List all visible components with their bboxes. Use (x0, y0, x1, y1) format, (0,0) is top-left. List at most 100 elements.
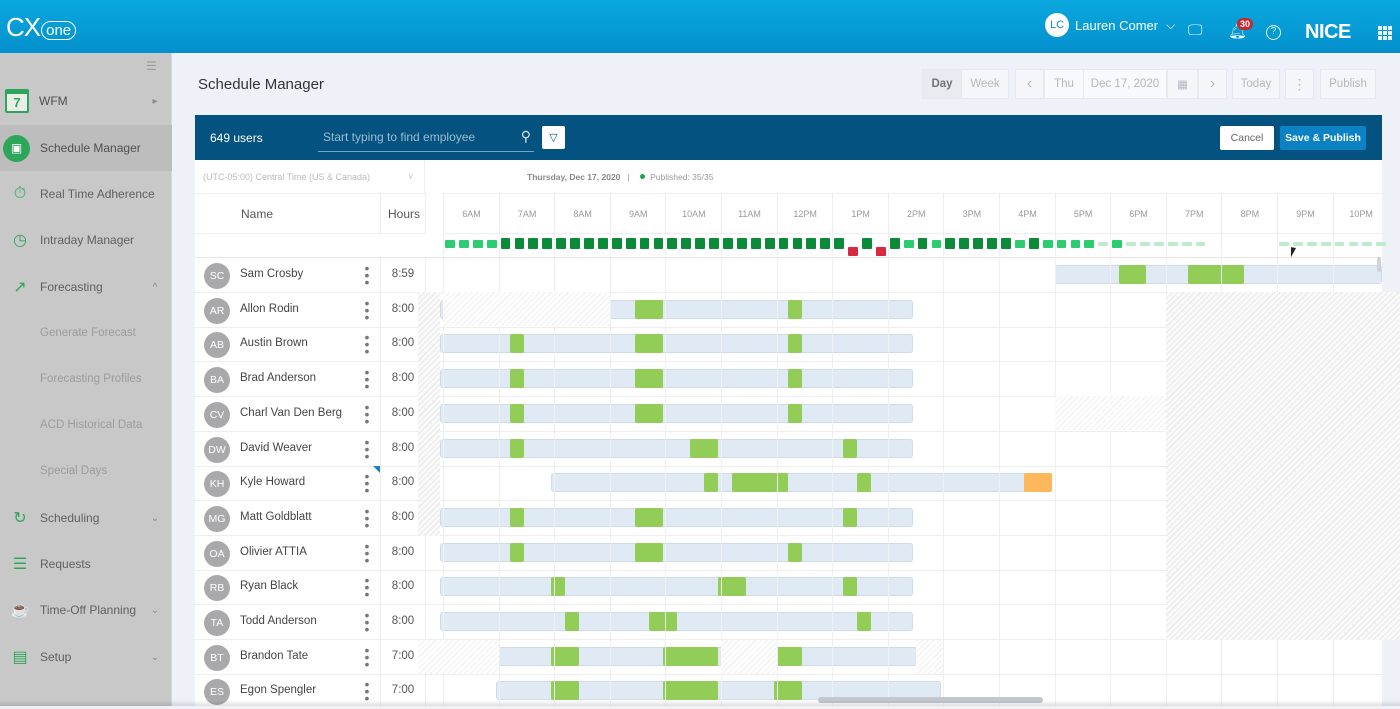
break-block[interactable] (787, 542, 802, 562)
employee-name[interactable]: Olivier ATTIA (240, 546, 307, 558)
sidebar-item-acd-historical-data[interactable]: ACD Historical Data (0, 402, 172, 448)
today-button[interactable]: Today (1232, 69, 1280, 99)
activity-block[interactable] (1024, 473, 1052, 493)
break-block[interactable] (509, 507, 524, 527)
sidebar-item-scheduling[interactable]: ↻ Scheduling ⌄ (0, 495, 172, 541)
sidebar-item-special-days[interactable]: Special Days (0, 448, 172, 494)
column-header-hours[interactable]: Hours (380, 193, 426, 234)
employee-name[interactable]: Todd Anderson (240, 615, 317, 627)
shift-bar[interactable] (440, 577, 913, 597)
break-block[interactable] (1188, 265, 1244, 284)
prev-day-button[interactable]: ‹ (1015, 69, 1044, 99)
cancel-button[interactable]: Cancel (1220, 126, 1274, 150)
break-block[interactable] (732, 473, 788, 493)
break-block[interactable] (509, 369, 524, 389)
break-block[interactable] (704, 473, 719, 493)
view-day-button[interactable]: Day (922, 69, 962, 99)
break-block[interactable] (634, 299, 663, 319)
chevron-icon[interactable]: ⌄ (138, 513, 172, 524)
row-menu-icon[interactable]: • • • (363, 608, 371, 636)
break-block[interactable] (509, 438, 524, 458)
row-menu-icon[interactable]: • • • (363, 643, 371, 671)
next-day-button[interactable]: › (1198, 69, 1227, 99)
break-block[interactable] (662, 646, 719, 666)
break-block[interactable] (648, 612, 677, 631)
row-menu-icon[interactable]: • • • (363, 261, 371, 289)
timezone-select[interactable]: (UTC-05:00) Central Time (US & Canada) ∨ (195, 160, 425, 193)
employee-name[interactable]: Ryan Black (240, 580, 298, 592)
break-block[interactable] (857, 473, 872, 493)
break-block[interactable] (634, 542, 663, 562)
collapse-sidebar-icon[interactable]: ☰ (146, 59, 157, 73)
row-menu-icon[interactable]: • • • (363, 435, 371, 463)
help-icon[interactable]: ? (1266, 25, 1281, 40)
break-block[interactable] (773, 681, 802, 701)
employee-row[interactable]: BT Brandon Tate • • • 7:00 (195, 639, 1382, 675)
break-block[interactable] (551, 646, 580, 666)
break-block[interactable] (857, 612, 872, 631)
employee-name[interactable]: Allon Rodin (240, 303, 299, 315)
employee-name[interactable]: Kyle Howard (240, 476, 305, 488)
user-menu[interactable]: LC Lauren Comer ⌵ (1045, 13, 1175, 37)
shift-bar[interactable] (440, 612, 913, 631)
save-publish-button[interactable]: Save & Publish (1280, 126, 1366, 150)
break-block[interactable] (634, 507, 663, 527)
shift-bar[interactable] (551, 473, 1052, 493)
presentation-icon[interactable]: 🖵 (1188, 22, 1202, 39)
chevron-icon[interactable]: ⌄ (138, 652, 172, 663)
row-menu-icon[interactable]: • • • (363, 573, 371, 601)
view-week-button[interactable]: Week (961, 69, 1009, 99)
employee-name[interactable]: Sam Crosby (240, 268, 303, 280)
filter-icon[interactable]: ▽ (542, 126, 565, 149)
break-block[interactable] (787, 403, 802, 423)
employee-name[interactable]: Brad Anderson (240, 372, 316, 384)
sidebar-item-generate-forecast[interactable]: Generate Forecast (0, 310, 172, 356)
vertical-scrollbar[interactable] (1377, 257, 1381, 272)
row-menu-icon[interactable]: • • • (363, 469, 371, 497)
break-block[interactable] (787, 369, 802, 389)
chevron-icon[interactable]: ▸ (138, 96, 172, 107)
row-menu-icon[interactable]: • • • (363, 539, 371, 567)
employee-name[interactable]: David Weaver (240, 442, 312, 454)
employee-name[interactable]: Austin Brown (240, 337, 308, 349)
calendar-icon[interactable]: ▦ (1167, 69, 1198, 99)
break-block[interactable] (843, 507, 858, 527)
break-block[interactable] (551, 681, 580, 701)
sidebar-item-forecasting-profiles[interactable]: Forecasting Profiles (0, 356, 172, 402)
break-block[interactable] (509, 334, 524, 354)
break-block[interactable] (843, 438, 858, 458)
break-block[interactable] (787, 299, 802, 319)
employee-name[interactable]: Egon Spengler (240, 684, 316, 696)
cxone-logo[interactable]: CX one (6, 12, 77, 43)
row-menu-icon[interactable]: • • • (363, 504, 371, 532)
break-block[interactable] (690, 438, 719, 458)
break-block[interactable] (634, 403, 663, 423)
sidebar-item-requests[interactable]: ☰ Requests (0, 541, 172, 587)
chevron-icon[interactable]: ⌄ (138, 605, 172, 616)
break-block[interactable] (662, 681, 719, 701)
row-menu-icon[interactable]: • • • (363, 330, 371, 358)
break-block[interactable] (565, 612, 580, 631)
employee-name[interactable]: Brandon Tate (240, 650, 308, 662)
break-block[interactable] (773, 646, 802, 666)
employee-name[interactable]: Charl Van Den Berg (240, 407, 342, 419)
employee-name[interactable]: Matt Goldblatt (240, 511, 312, 523)
break-block[interactable] (787, 334, 802, 354)
break-block[interactable] (718, 577, 747, 597)
break-block[interactable] (843, 577, 858, 597)
break-block[interactable] (634, 334, 663, 354)
employee-search-input[interactable]: Start typing to find employee ⚲ (318, 123, 534, 152)
sidebar-item-setup[interactable]: ▤ Setup ⌄ (0, 634, 172, 680)
sidebar-item-wfm[interactable]: 7 WFM ▸ (0, 78, 172, 124)
employee-row[interactable]: SC Sam Crosby • • • 8:59 (195, 258, 1382, 293)
sidebar-item-time-off-planning[interactable]: ☕ Time-Off Planning ⌄ (0, 587, 172, 633)
column-header-name[interactable]: Name (195, 193, 380, 234)
row-menu-icon[interactable]: • • • (363, 296, 371, 324)
sidebar-item-forecasting[interactable]: ↗ Forecasting ^ (0, 264, 172, 310)
more-options-button[interactable]: ⋮ (1285, 69, 1314, 99)
break-block[interactable] (634, 369, 663, 389)
row-menu-icon[interactable]: • • • (363, 400, 371, 428)
search-icon[interactable]: ⚲ (521, 128, 531, 145)
chevron-icon[interactable]: ^ (138, 282, 172, 293)
sidebar-item-real-time-adherence[interactable]: ⏱ Real Time Adherence (0, 171, 172, 217)
